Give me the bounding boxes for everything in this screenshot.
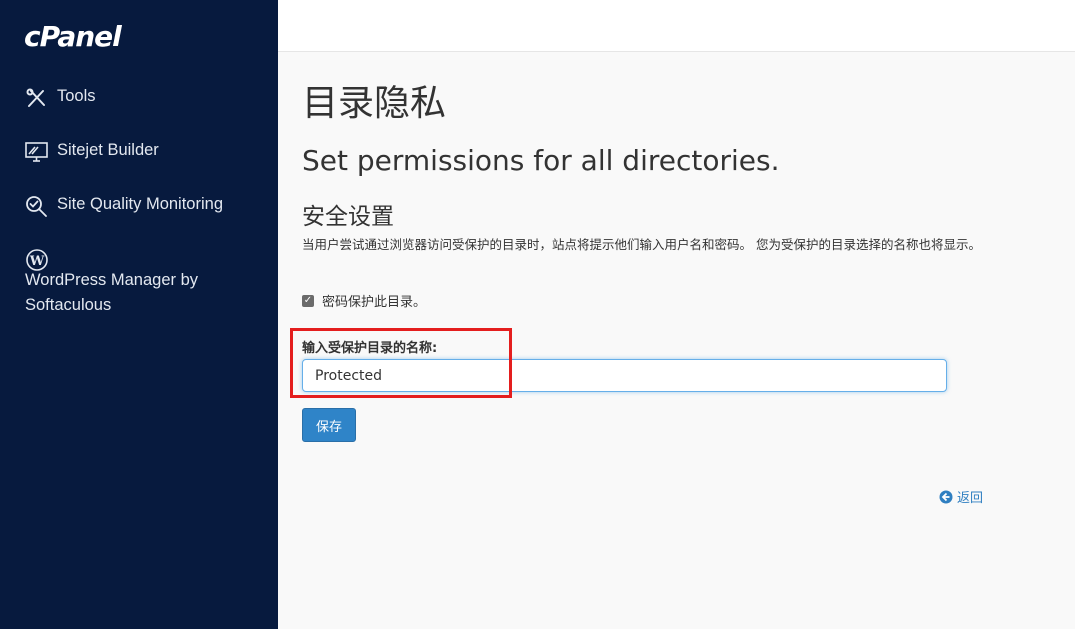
magnifier-check-icon	[26, 196, 47, 217]
sidebar: cPanel Tools Sitejet Builder Site Qualit…	[0, 0, 278, 629]
page-subtitle: Set permissions for all directories.	[302, 144, 780, 177]
directory-name-label: 输入受保护目录的名称:	[302, 341, 438, 356]
sidebar-item-label: Tools	[57, 87, 96, 105]
sidebar-item-label: WordPress Manager by	[25, 271, 199, 289]
tools-icon	[26, 88, 45, 107]
back-link-label: 返回	[957, 491, 984, 506]
sidebar-item-site-quality-monitoring[interactable]: Site Quality Monitoring	[0, 188, 278, 224]
save-button[interactable]: 保存	[302, 408, 356, 442]
cpanel-logo[interactable]: cPanel	[24, 20, 122, 53]
back-link[interactable]: 返回	[939, 487, 983, 506]
sidebar-item-sitejet-builder[interactable]: Sitejet Builder	[0, 134, 278, 170]
monitor-builder-icon	[25, 142, 48, 162]
section-title: 安全设置	[302, 204, 394, 230]
sidebar-item-wordpress-manager[interactable]: W WordPress Manager by Softaculous	[0, 242, 278, 321]
sidebar-item-tools[interactable]: Tools	[0, 80, 278, 116]
password-protect-label[interactable]: 密码保护此目录。	[322, 291, 426, 310]
sidebar-item-label: Site Quality Monitoring	[57, 195, 223, 213]
password-protect-checkbox[interactable]: ✓	[302, 294, 314, 307]
sidebar-item-label: Sitejet Builder	[57, 141, 159, 159]
sidebar-nav: Tools Sitejet Builder Site Quality Monit…	[0, 80, 278, 339]
password-protect-row: ✓ 密码保护此目录。	[302, 291, 426, 310]
top-bar	[278, 0, 1075, 52]
arrow-left-circle-icon	[939, 490, 953, 503]
page-title: 目录隐私	[302, 83, 447, 124]
directory-name-input[interactable]	[302, 359, 947, 392]
section-description: 当用户尝试通过浏览器访问受保护的目录时，站点将提示他们输入用户名和密码。 您为受…	[302, 237, 981, 252]
sidebar-item-label-line2: Softaculous	[25, 296, 112, 314]
